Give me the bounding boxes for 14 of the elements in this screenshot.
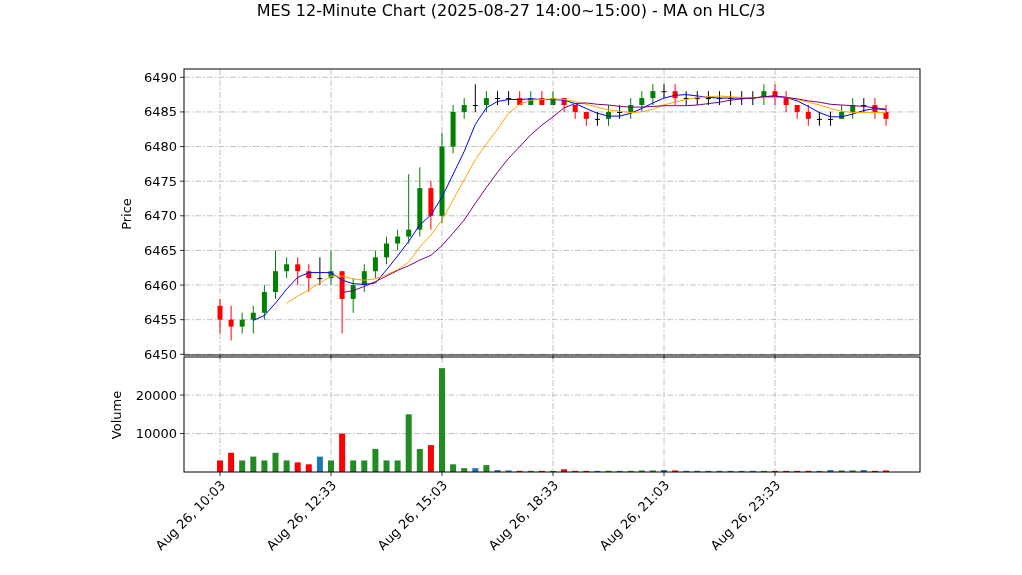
tick-label: 6450: [143, 346, 177, 362]
tick-label: 6455: [143, 312, 177, 328]
tick-label: 6460: [143, 277, 177, 293]
tick-label: 6465: [143, 242, 177, 258]
axis-label: Price: [119, 198, 134, 230]
tick-label: 6480: [143, 139, 177, 155]
tick-label: 6475: [143, 173, 177, 189]
chart-title: MES 12-Minute Chart (2025-08-27 14:00~15:00) - MA on HLC/3: [256, 0, 766, 21]
tick-label: 6470: [143, 208, 177, 224]
axis-label: Volume: [109, 390, 124, 440]
tick-label: 6485: [143, 104, 177, 120]
tick-label: 6490: [143, 69, 177, 85]
tick-label: 20000: [135, 387, 177, 403]
tick-label: 10000: [135, 426, 177, 442]
